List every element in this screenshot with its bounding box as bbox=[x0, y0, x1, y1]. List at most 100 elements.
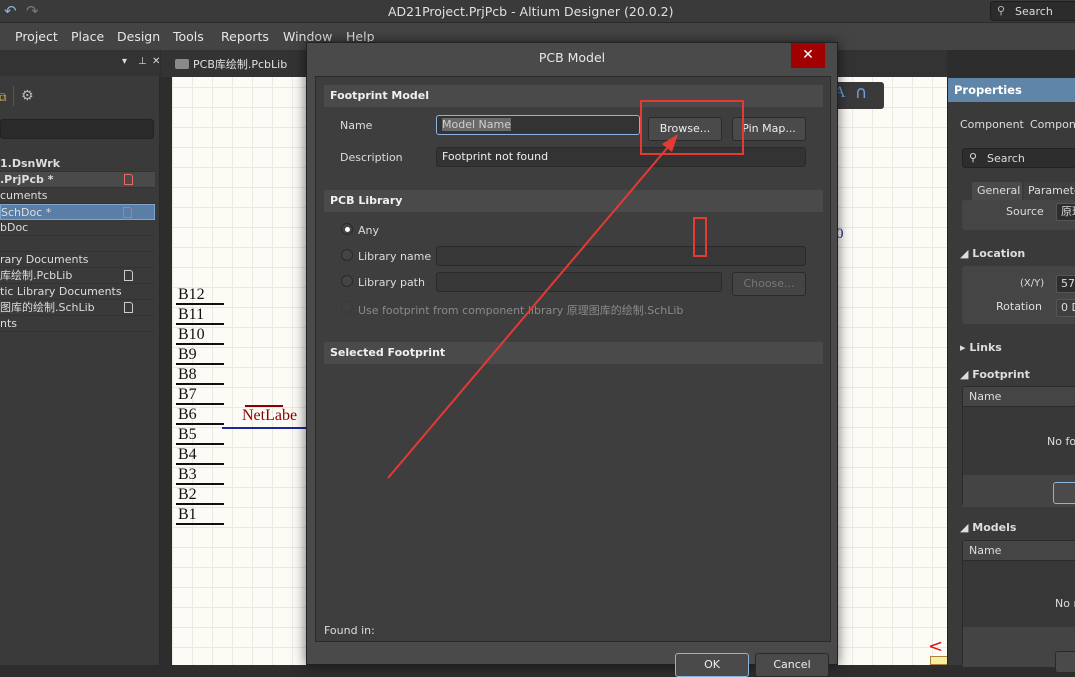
tree-item-components[interactable]: nts bbox=[0, 316, 155, 332]
source-label: Source bbox=[1006, 205, 1044, 218]
cancel-button[interactable]: Cancel bbox=[755, 653, 829, 677]
annotation-small-box bbox=[693, 217, 707, 257]
modified-doc-icon bbox=[124, 174, 133, 185]
location-header[interactable]: ◢ Location bbox=[960, 247, 1025, 260]
pin-label: B11 bbox=[176, 305, 224, 325]
pin-label: B4 bbox=[176, 445, 224, 465]
canvas-active-bar: A ∩ bbox=[830, 82, 884, 109]
close-panel-icon[interactable]: ✕ bbox=[152, 56, 160, 67]
gear-icon[interactable]: ⚙ bbox=[21, 88, 34, 104]
redo-icon[interactable]: ↷ bbox=[26, 2, 39, 20]
tree-item-schdoc[interactable]: SchDoc * bbox=[0, 204, 155, 220]
description-label: Description bbox=[340, 151, 403, 164]
doc-icon bbox=[124, 302, 133, 313]
pin-label: B1 bbox=[176, 505, 224, 525]
xy-label: (X/Y) bbox=[1020, 278, 1045, 289]
pin-label: B10 bbox=[176, 325, 224, 345]
panel-toolbar: ⧉ ⚙ bbox=[0, 86, 160, 110]
pin-label: B3 bbox=[176, 465, 224, 485]
footprint-preview-area bbox=[324, 367, 823, 617]
tree-item-project[interactable]: .PrjPcb * bbox=[0, 172, 155, 188]
doc-icon bbox=[124, 270, 133, 281]
tree-item-pcb-library-documents[interactable]: rary Documents bbox=[0, 252, 155, 268]
menu-project[interactable]: Project bbox=[15, 29, 58, 44]
tree-item-pcbdoc[interactable]: bDoc bbox=[0, 220, 155, 236]
port-marker-icon: < bbox=[928, 636, 944, 657]
tab-pcblib[interactable]: PCB库绘制.PcbLib bbox=[175, 56, 287, 72]
use-component-library-label: Use footprint from component library 原理图… bbox=[358, 304, 684, 317]
ok-button[interactable]: OK bbox=[675, 653, 749, 677]
footprint-table-header: Name bbox=[963, 387, 1075, 407]
tree-item-schlib[interactable]: 图库的绘制.SchLib bbox=[0, 300, 155, 316]
menu-place[interactable]: Place bbox=[71, 29, 104, 44]
tree-item-source-documents[interactable]: cuments bbox=[0, 188, 155, 204]
arc-tool-icon[interactable]: ∩ bbox=[855, 83, 867, 103]
net-label[interactable]: NetLabe bbox=[242, 407, 297, 425]
search-icon: ⚲ bbox=[969, 151, 978, 164]
menu-reports[interactable]: Reports bbox=[221, 29, 269, 44]
pin-label: B7 bbox=[176, 385, 224, 405]
tree-item-workspace[interactable]: 1.DsnWrk bbox=[0, 156, 155, 172]
title-bar: ↶ ↷ AD21Project.PrjPcb - Altium Designer… bbox=[0, 0, 1075, 23]
links-header[interactable]: ▸ Links bbox=[960, 341, 1002, 354]
menu-design[interactable]: Design bbox=[117, 29, 160, 44]
model-name-input[interactable]: Model Name bbox=[436, 115, 640, 135]
tree-item-schematic-library-documents[interactable]: tic Library Documents bbox=[0, 284, 155, 300]
library-name-input[interactable] bbox=[436, 246, 806, 266]
models-header[interactable]: ◢ Models bbox=[960, 521, 1016, 534]
filter-component-2[interactable]: Compon bbox=[1030, 118, 1075, 131]
tab-general[interactable]: General bbox=[972, 182, 1022, 200]
footprint-header[interactable]: ◢ Footprint bbox=[960, 368, 1030, 381]
toolbar-divider bbox=[13, 86, 14, 106]
radio-library-path-label[interactable]: Library path bbox=[358, 276, 425, 289]
radio-library-name-label[interactable]: Library name bbox=[358, 250, 431, 263]
undo-icon[interactable]: ↶ bbox=[4, 2, 17, 20]
pcb-model-dialog: PCB Model ✕ Footprint Model Name Model N… bbox=[306, 42, 838, 677]
pcb-library-section-header: PCB Library bbox=[324, 190, 823, 212]
name-label: Name bbox=[340, 119, 373, 132]
choose-button[interactable]: Choose... bbox=[732, 272, 806, 296]
search-icon: ⚲ bbox=[997, 4, 1006, 17]
footprint-model-section-header: Footprint Model bbox=[324, 85, 823, 107]
dialog-title: PCB Model bbox=[538, 50, 606, 65]
global-search[interactable]: ⚲ Search bbox=[990, 1, 1075, 21]
port-body bbox=[930, 656, 948, 665]
radio-library-name[interactable] bbox=[341, 249, 353, 261]
modified-doc-icon bbox=[123, 207, 132, 218]
menu-tools[interactable]: Tools bbox=[173, 29, 204, 44]
pcblib-icon bbox=[175, 59, 189, 69]
properties-header: Properties bbox=[948, 78, 1075, 102]
footprint-table: Name No fo bbox=[962, 386, 1075, 507]
radio-library-path[interactable] bbox=[341, 275, 353, 287]
properties-search-input[interactable]: ⚲ Search bbox=[962, 148, 1075, 168]
rotation-dropdown[interactable]: 0 D bbox=[1056, 299, 1075, 317]
source-field[interactable]: 原理 bbox=[1056, 203, 1075, 221]
filter-component[interactable]: Component bbox=[960, 118, 1024, 131]
wire[interactable] bbox=[222, 427, 308, 429]
library-path-input[interactable] bbox=[436, 272, 722, 292]
pin-label: B9 bbox=[176, 345, 224, 365]
close-button[interactable]: ✕ bbox=[791, 43, 825, 68]
models-table-header: Name bbox=[963, 541, 1075, 561]
models-add-button[interactable] bbox=[1055, 651, 1075, 673]
radio-use-component-library[interactable] bbox=[341, 301, 353, 313]
search-label: Search bbox=[1015, 5, 1053, 18]
pin-label: B6 bbox=[176, 405, 224, 425]
panel-menu-icon[interactable]: ▾ bbox=[122, 56, 127, 67]
pin-label: B5 bbox=[176, 425, 224, 445]
annotation-highlight-box bbox=[640, 100, 744, 155]
tree-item-pcblib[interactable]: 库绘制.PcbLib bbox=[0, 268, 155, 284]
radio-any-label[interactable]: Any bbox=[358, 224, 379, 237]
pin-icon[interactable]: ⊥ bbox=[138, 56, 147, 67]
radio-any[interactable] bbox=[341, 223, 353, 235]
footprint-empty-text: No fo bbox=[1047, 435, 1075, 448]
footprint-add-button[interactable] bbox=[1053, 482, 1075, 504]
rotation-label: Rotation bbox=[996, 300, 1043, 313]
properties-panel: Properties Component Compon ⚲ Search Gen… bbox=[947, 78, 1075, 673]
description-field[interactable]: Footprint not found bbox=[436, 147, 806, 167]
project-icon[interactable]: ⧉ bbox=[0, 90, 7, 105]
panel-header: ▾ ⊥ ✕ bbox=[0, 50, 160, 76]
xy-field[interactable]: 570 bbox=[1056, 275, 1075, 293]
tab-parameters[interactable]: Paramete bbox=[1024, 182, 1075, 200]
project-search-input[interactable] bbox=[0, 119, 154, 139]
